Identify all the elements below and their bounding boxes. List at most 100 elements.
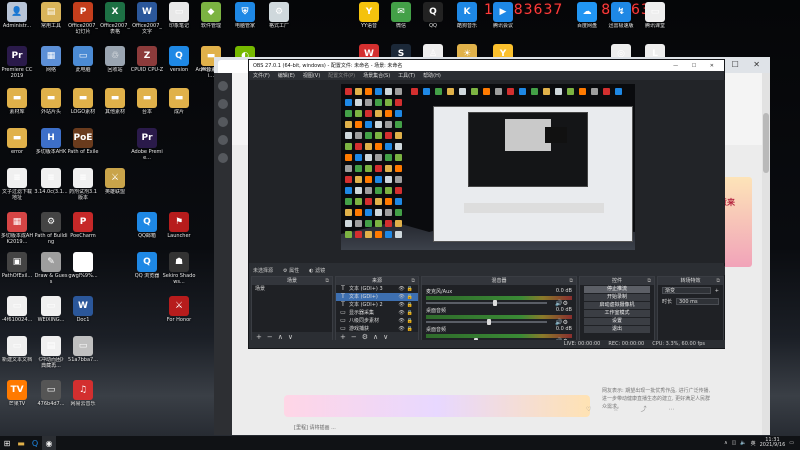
notification-icon[interactable]: ▭ (789, 440, 794, 446)
desktop-icon[interactable]: Y YY语音 (352, 2, 386, 48)
control-button[interactable]: 设置 (584, 318, 650, 325)
desktop-icon[interactable]: P Office2007_幻灯片 (66, 2, 100, 48)
volume-slider[interactable] (426, 300, 548, 306)
scrollbar[interactable] (762, 73, 770, 435)
filters-button[interactable]: ◐ 滤镜 (309, 267, 325, 274)
visibility-lock-icons[interactable]: 👁🔒 (398, 309, 415, 317)
desktop-icon[interactable]: K 酷狗音乐 (450, 2, 484, 48)
control-button[interactable]: 退出 (584, 326, 650, 333)
like-bar[interactable]: ♡ ☆ ⤴ ⋯ (586, 404, 684, 413)
desktop-icon[interactable]: ▭ 印象笔记 (162, 2, 196, 48)
source-item[interactable]: T 文本 (GDI+) 3 👁🔒 (336, 285, 418, 293)
desktop-icon[interactable]: ≡ 药剂试剂3.1 版本 (66, 168, 100, 214)
desktop-icon[interactable]: ▤ 常用工具 (34, 2, 68, 48)
desktop-icon[interactable]: ⚔ 英雄联盟 (98, 168, 132, 214)
transition-select[interactable]: 渐变 (662, 287, 711, 294)
source-item[interactable]: ▭ 显示器采集 👁🔒 (336, 309, 418, 317)
visibility-lock-icons[interactable]: 👁🔒 (398, 301, 415, 309)
desktop-icon[interactable]: ≡ 3.14.0c(3.1... (34, 168, 68, 214)
properties-button[interactable]: ⚙ 属性 (283, 267, 299, 274)
menu-item[interactable]: 视图(V) (303, 72, 320, 79)
source-item[interactable]: T 文本 (GDI+) 2 👁🔒 (336, 301, 418, 309)
sidebar-avatar-icon[interactable] (218, 81, 228, 91)
ime-indicator[interactable]: 英 (751, 440, 756, 447)
volume-icon[interactable]: 🔈 (740, 440, 746, 446)
desktop-icon[interactable]: ▤ 《冲动而困》典藏再... (34, 336, 68, 382)
desktop-icon[interactable]: ↯ 迅雷极速版 (604, 2, 638, 48)
control-button[interactable]: 启动虚拟摄像机 (584, 302, 650, 309)
desktop-icon[interactable]: ▣ PathOfExil... (0, 252, 34, 298)
desktop-icon[interactable]: ▭ 此电脑 (66, 46, 100, 92)
mute-settings-icons[interactable]: 🔊⚙ (555, 300, 568, 307)
sidebar-item-icon[interactable] (218, 135, 228, 145)
desktop-icon[interactable]: 👤 Administr... (0, 2, 34, 48)
volume-slider[interactable] (426, 319, 548, 325)
browser-taskbar-icon[interactable]: Q (28, 436, 42, 450)
dock-close-icon[interactable]: ⧉ (325, 277, 329, 285)
desktop-icon[interactable]: ▤ gwgl%9%... (66, 252, 100, 298)
desktop-icon[interactable]: ▭ 腾讯课堂 (638, 2, 672, 48)
volume-slider-knob[interactable] (486, 319, 491, 325)
desktop-icon[interactable]: ⚙ 格式工厂 (262, 2, 296, 48)
menu-item[interactable]: 文件(F) (253, 72, 270, 79)
promo-strip[interactable] (284, 395, 590, 417)
start-icon[interactable]: ⊞ (0, 436, 14, 450)
menu-item[interactable]: 场景集合(S) (363, 72, 390, 79)
window-controls[interactable]: — ☐ ✕ (673, 63, 720, 69)
control-button[interactable]: 开始录制 (584, 294, 650, 301)
desktop-icon[interactable]: ☁ 百度网盘 (570, 2, 604, 48)
sidebar-item-icon[interactable] (218, 99, 228, 109)
desktop-icon[interactable]: ≡ 文子过滤下载地址 (0, 168, 34, 214)
desktop-icon[interactable]: ⛨ 电脑管家 (228, 2, 262, 48)
scene-item[interactable]: 场景 (252, 285, 332, 293)
desktop-icon[interactable]: ▶ 腾讯会议 (486, 2, 520, 48)
menu-item[interactable]: 帮助(H) (423, 72, 441, 79)
desktop-icon[interactable]: ⚔ For Honor (162, 296, 196, 342)
visibility-lock-icons[interactable]: 👁🔒 (398, 317, 415, 325)
control-button[interactable]: 停止推流 (584, 286, 650, 293)
menu-item[interactable]: 编辑(E) (278, 72, 295, 79)
visibility-lock-icons[interactable]: 👁🔒 (398, 285, 415, 293)
mute-settings-icons[interactable]: 🔊⚙ (555, 319, 568, 326)
desktop-icon[interactable]: ▭ 51a7bba7... (66, 336, 100, 382)
desktop-icon[interactable]: ♫ 网易云音乐 (66, 380, 100, 426)
duration-input[interactable]: 300 ms (676, 298, 719, 305)
obs-preview[interactable] (249, 80, 725, 263)
dock-close-icon[interactable]: ⧉ (716, 277, 720, 285)
preview-canvas[interactable] (341, 84, 635, 250)
source-item[interactable]: ▭ 八级同步素材 👁🔒 (336, 317, 418, 325)
desktop-icon[interactable]: Q QQ 浏览器 (130, 252, 164, 298)
desktop-icon[interactable]: ☗ Sekiro Shadows... (162, 252, 196, 298)
clock[interactable]: 11:31 2021/9/16 (760, 438, 786, 448)
bottom-link[interactable]: [里程] 请将插画 ... (294, 424, 336, 431)
volume-slider-knob[interactable] (492, 300, 497, 306)
desktop-icon[interactable]: W Office2007_文字 (130, 2, 164, 48)
desktop-icon[interactable]: Q QQ (416, 2, 450, 48)
desktop-icon[interactable]: ✎ Draw & Guess (34, 252, 68, 298)
menu-item[interactable]: 配置文件(P) (328, 72, 355, 79)
desktop-icon[interactable]: ▬ 其他素材 (98, 88, 132, 134)
desktop-icon[interactable]: ♲ 回收站 (98, 46, 132, 92)
desktop-icon[interactable]: ▬ 成片 (162, 88, 196, 134)
desktop-icon[interactable]: Z CPUID CPU-Z (130, 46, 164, 92)
desktop-icon[interactable]: ▭ 476b4d7... (34, 380, 68, 426)
dock-close-icon[interactable]: ⧉ (411, 277, 415, 285)
desktop-icon[interactable]: Qversion (162, 46, 196, 92)
tray-expand-icon[interactable]: ∧ (724, 440, 728, 446)
file-explorer-icon[interactable]: ▬ (14, 436, 28, 450)
control-button[interactable]: 工作室模式 (584, 310, 650, 317)
menu-item[interactable]: 工具(T) (398, 72, 415, 79)
desktop-icon[interactable]: ✉ 微信 (384, 2, 418, 48)
dock-close-icon[interactable]: ⧉ (569, 277, 573, 285)
sidebar-item-icon[interactable] (218, 117, 228, 127)
network-icon[interactable]: ◫ (732, 440, 737, 446)
sidebar-item-icon[interactable] (218, 153, 228, 163)
obs-window[interactable]: OBS 27.0.1 (64-bit, windows) - 配置文件: 未命名… (248, 59, 725, 349)
obs-taskbar-icon[interactable]: ◉ (42, 436, 56, 450)
source-item[interactable]: T 文本 (GDI+) 👁🔒 (336, 293, 418, 301)
desktop-icon[interactable]: Pr Adobe Premie... (130, 128, 164, 174)
desktop-icon[interactable]: TV 芒果TV (0, 380, 34, 426)
desktop-icon[interactable]: X Office2007_表格 (98, 2, 132, 48)
desktop-icon[interactable]: ◆ 软件管理 (194, 2, 228, 48)
scrollbar-thumb[interactable] (763, 113, 769, 173)
